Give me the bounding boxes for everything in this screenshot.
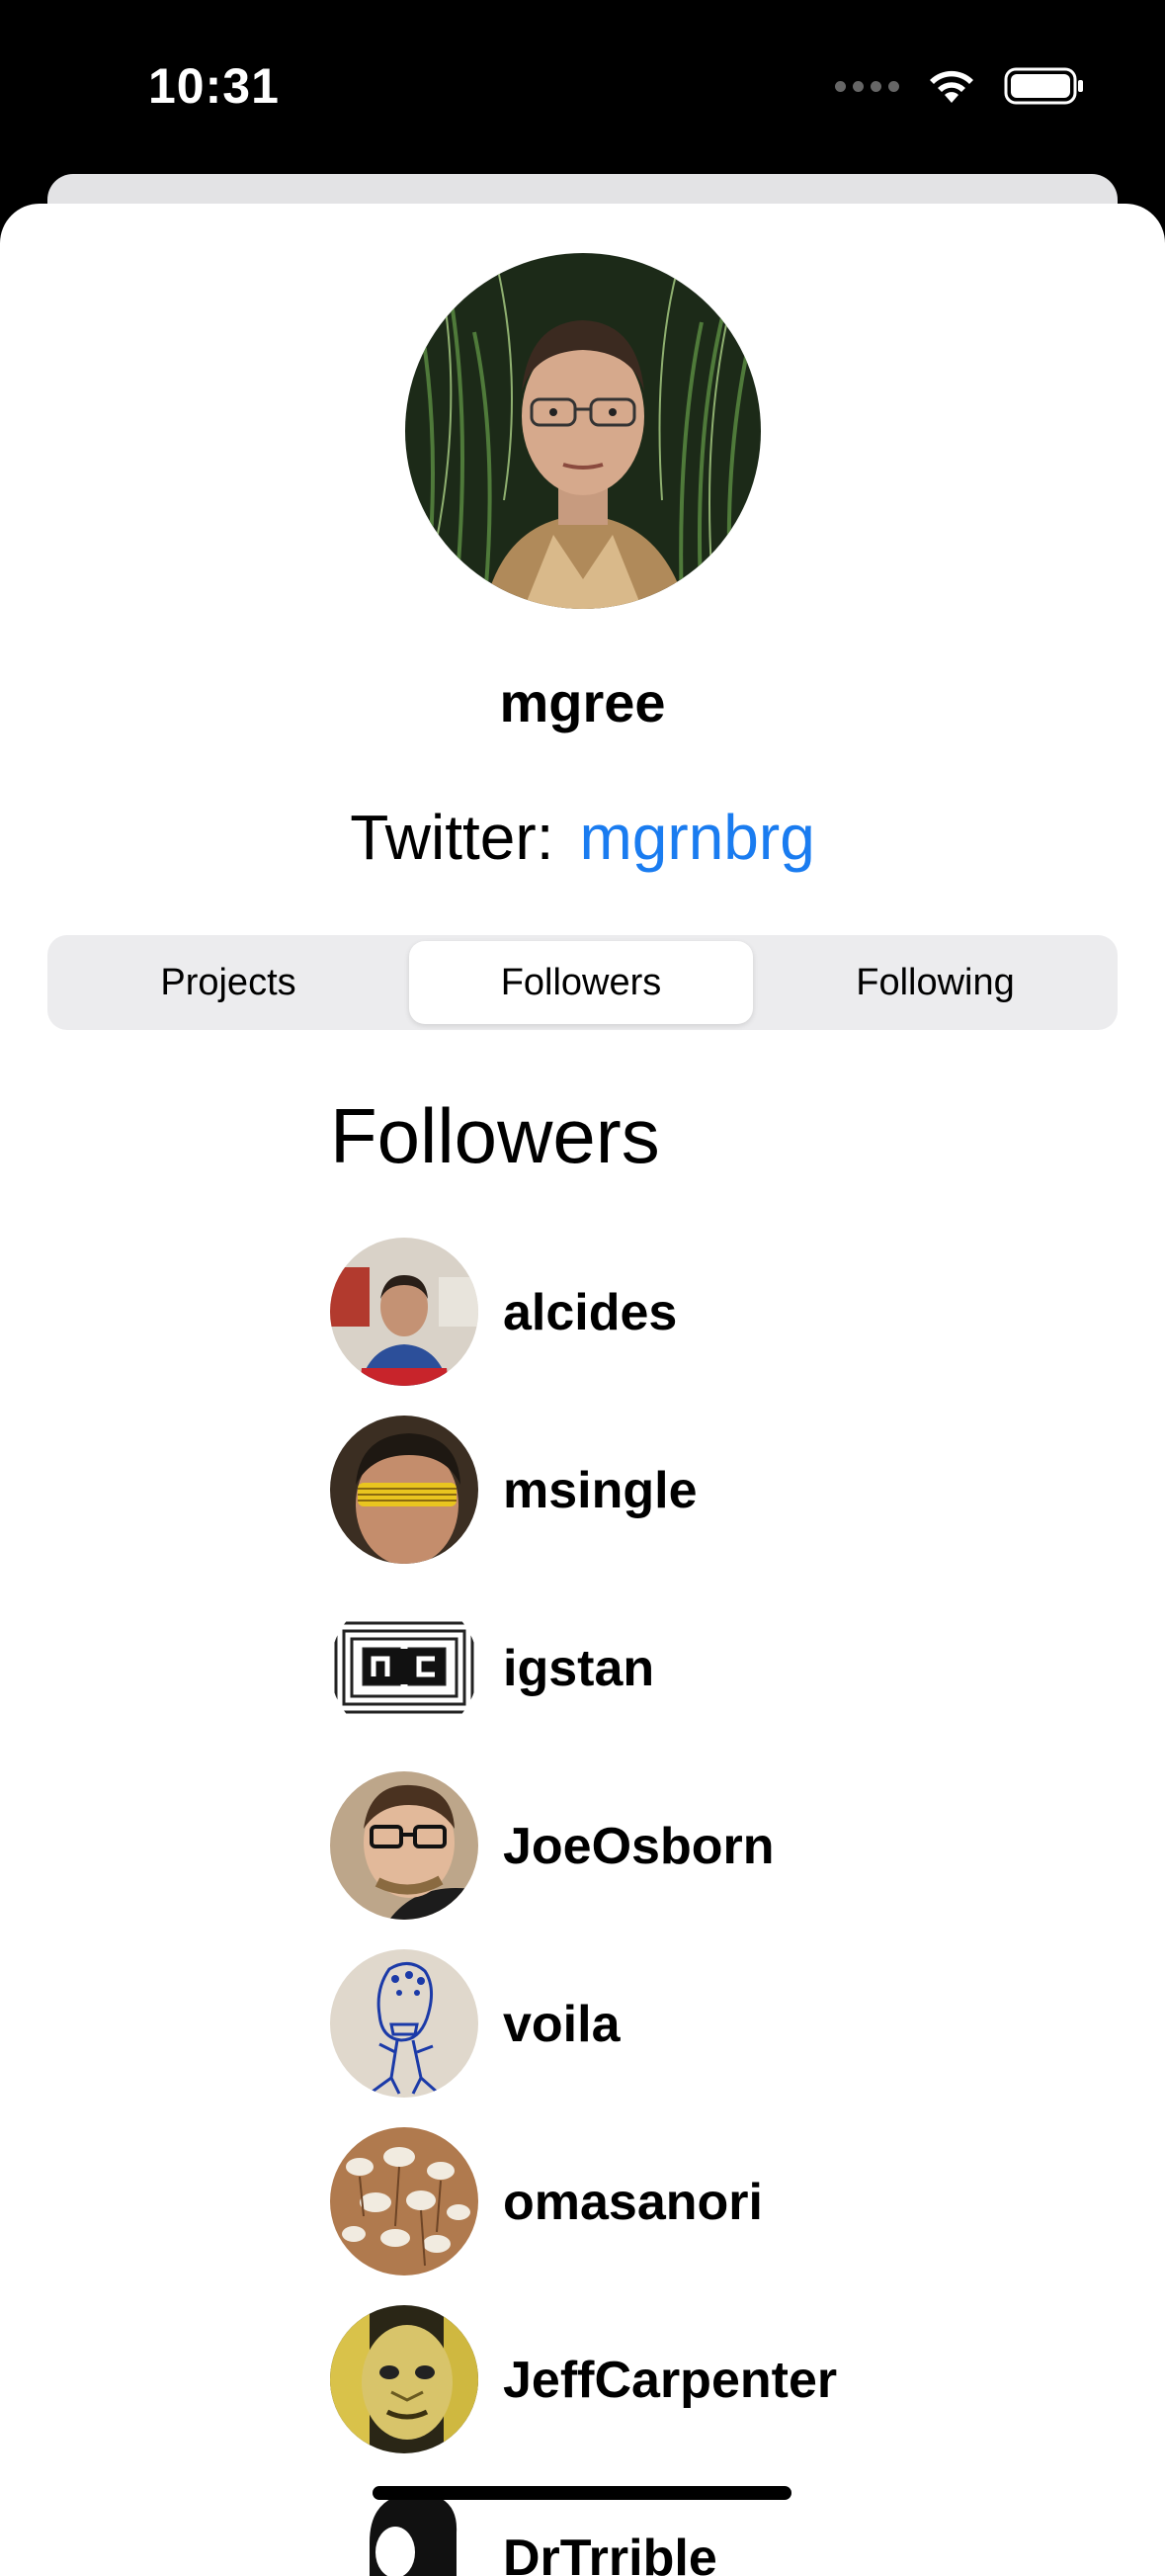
follower-name: alcides xyxy=(503,1284,678,1341)
follower-name: DrTrrible xyxy=(503,2530,717,2576)
profile-sheet[interactable]: mgree Twitter: mgrnbrg Projects Followers… xyxy=(0,204,1165,2576)
tab-followers[interactable]: Followers xyxy=(409,935,753,1030)
follower-row-jeffcarpenter[interactable]: JeffCarpenter xyxy=(330,2305,1022,2453)
follower-name: JeffCarpenter xyxy=(503,2352,838,2409)
profile-username: mgree xyxy=(499,671,666,733)
follower-avatar xyxy=(330,1416,478,1564)
segmented-control[interactable]: Projects Followers Following xyxy=(47,935,1118,1030)
follower-avatar xyxy=(330,1771,478,1920)
follower-row-alcides[interactable]: alcides xyxy=(330,1238,1022,1386)
follower-row-voila[interactable]: voila xyxy=(330,1949,1022,2098)
tab-following[interactable]: Following xyxy=(753,935,1118,1030)
twitter-label: Twitter: xyxy=(350,802,554,873)
follower-name: igstan xyxy=(503,1640,655,1697)
tab-projects[interactable]: Projects xyxy=(47,935,409,1030)
follower-avatar xyxy=(330,1238,478,1386)
twitter-row: Twitter: mgrnbrg xyxy=(0,801,1165,874)
follower-name: msingle xyxy=(503,1462,698,1519)
follower-avatar xyxy=(330,2127,478,2275)
follower-row-omasanori[interactable]: omasanori xyxy=(330,2127,1022,2275)
follower-row-msingle[interactable]: msingle xyxy=(330,1416,1022,1564)
cellular-signal-icon xyxy=(835,80,899,92)
battery-icon xyxy=(1004,66,1085,106)
follower-avatar xyxy=(330,2305,478,2453)
follower-name: voila xyxy=(503,1996,621,2053)
profile-avatar xyxy=(405,253,761,609)
follower-avatar xyxy=(330,1593,478,1742)
follower-row-joeosborn[interactable]: JoeOsborn xyxy=(330,1771,1022,1920)
wifi-icon xyxy=(927,67,976,105)
follower-row-igstan[interactable]: igstan xyxy=(330,1593,1022,1742)
twitter-link[interactable]: mgrnbrg xyxy=(579,802,814,873)
home-indicator[interactable] xyxy=(373,2486,791,2500)
status-icons xyxy=(835,61,1085,111)
follower-name: JoeOsborn xyxy=(503,1818,775,1875)
follower-name: omasanori xyxy=(503,2174,763,2231)
status-time: 10:31 xyxy=(148,58,280,114)
follower-avatar xyxy=(330,1949,478,2098)
section-title: Followers xyxy=(330,1092,660,1179)
